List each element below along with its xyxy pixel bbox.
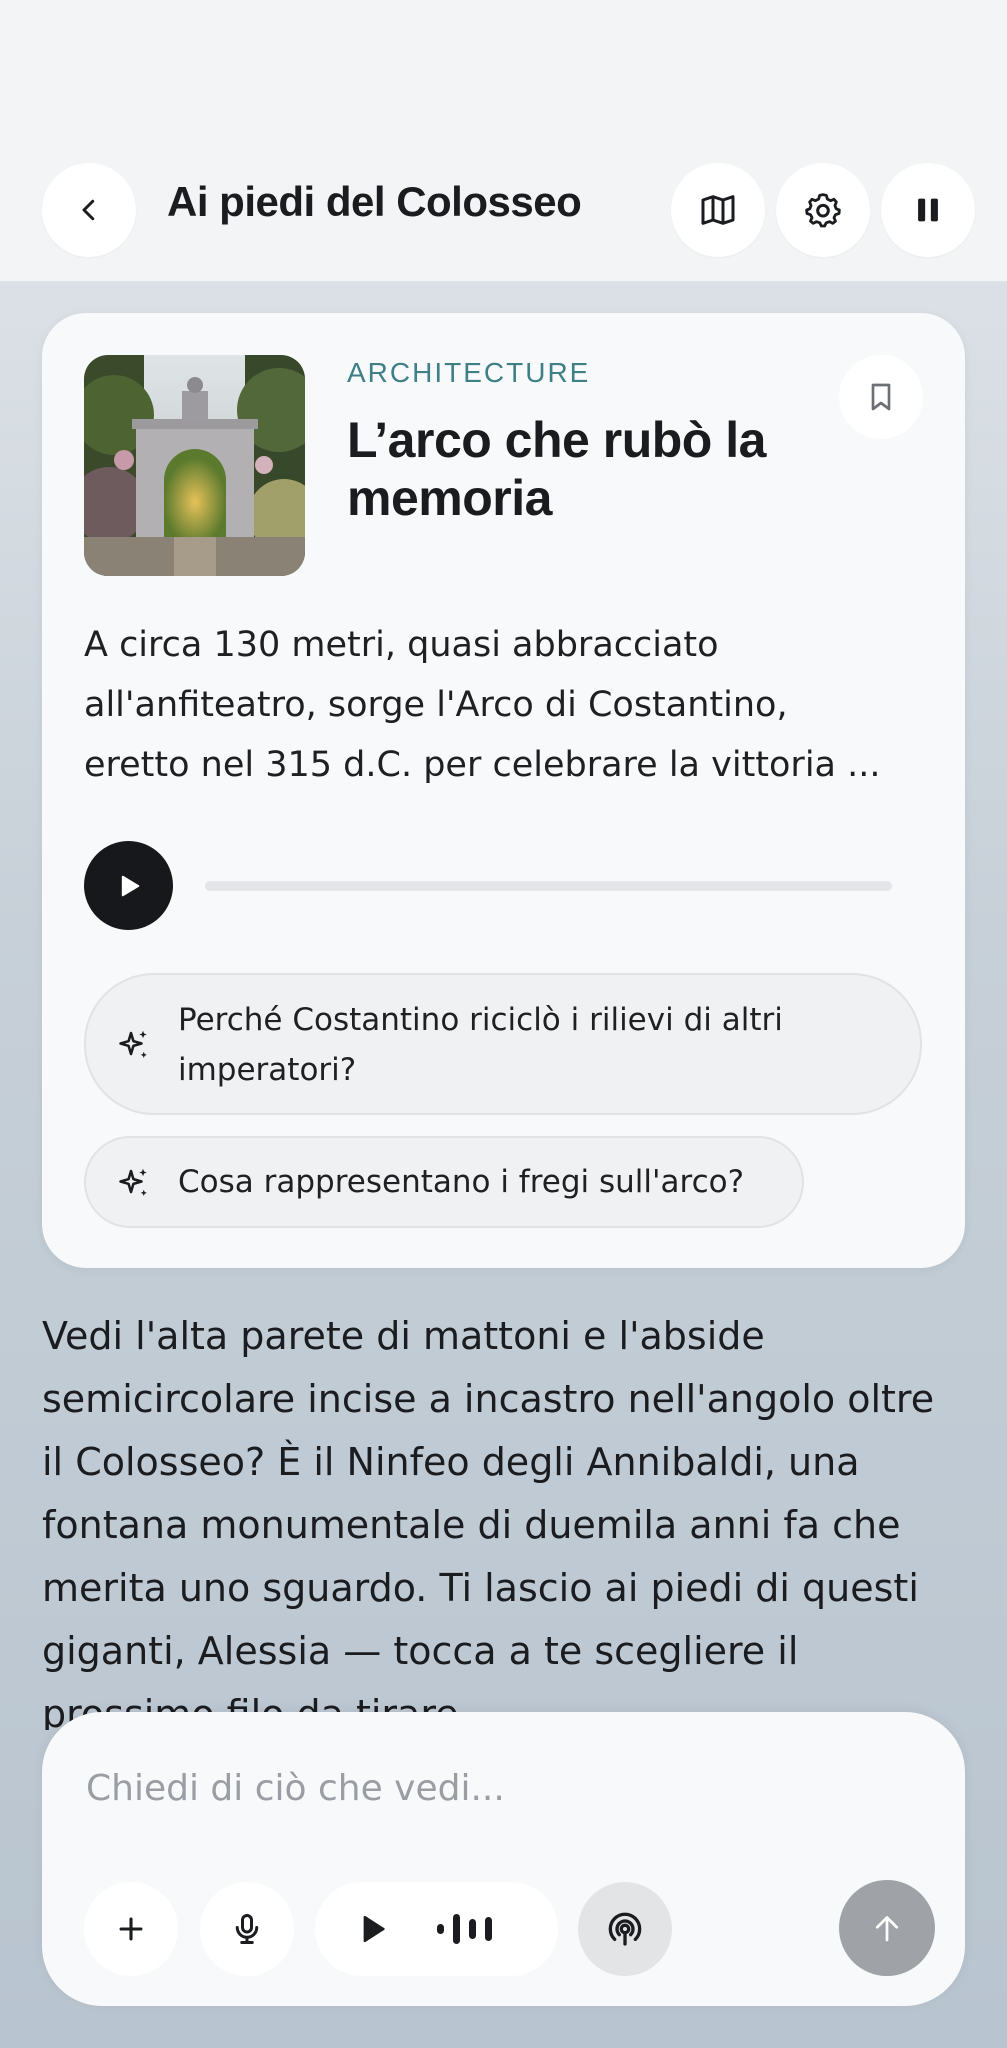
bookmark-button[interactable] (839, 355, 923, 439)
story-thumbnail (84, 355, 305, 576)
sparkles-icon (119, 1030, 147, 1059)
audio-progress-bar[interactable] (205, 881, 892, 891)
settings-button[interactable] (776, 163, 870, 257)
broadcast-icon (608, 1912, 642, 1946)
suggestion-chip[interactable]: Cosa rappresentano i fregi sull'arco? (84, 1136, 804, 1228)
chat-input[interactable] (84, 1752, 908, 1824)
transcript-line: Vedi l'alta parete di mattoni e l'abside (42, 1314, 765, 1358)
suggestion-text: Perché Costantino riciclò i rilievi di a… (178, 1002, 783, 1088)
story-excerpt-line: A circa 130 metri, quasi abbracciato (84, 625, 719, 665)
story-title: L’arco che rubò la memoria (347, 412, 766, 526)
suggestion-text: Cosa rappresentano i fregi sull'arco? (178, 1164, 745, 1200)
transcript-line: merita uno sguardo. Ti lascio ai piedi d… (42, 1566, 919, 1610)
chevron-left-icon (82, 199, 95, 221)
microphone-icon (235, 1914, 259, 1944)
map-icon (701, 195, 735, 225)
story-excerpt: A circa 130 metri, quasi abbracciato all… (84, 615, 934, 795)
plus-icon (119, 1917, 143, 1941)
gear-icon (805, 193, 841, 228)
transcript-line: fontana monumentale di duemila anni fa c… (42, 1503, 901, 1547)
story-excerpt-line: all'anfiteatro, sorge l'Arco di Costanti… (84, 685, 788, 725)
microphone-button[interactable] (200, 1882, 294, 1976)
audio-controls[interactable] (315, 1882, 558, 1976)
waveform-icon (437, 1914, 492, 1944)
add-button[interactable] (84, 1882, 178, 1976)
transcript-line: il Colosseo? È il Ninfeo degli Annibaldi… (42, 1440, 860, 1484)
play-icon[interactable] (355, 1911, 391, 1947)
sparkles-icon (119, 1168, 147, 1197)
guide-transcript: Vedi l'alta parete di mattoni e l'abside… (42, 1305, 972, 1730)
page-title: Ai piedi del Colosseo (167, 178, 582, 225)
story-excerpt-line: eretto nel 315 d.C. per celebrare la vit… (84, 745, 881, 785)
transcript-line: semicircolare incise a incastro nell'ang… (42, 1377, 935, 1421)
send-button[interactable] (839, 1880, 935, 1976)
play-icon (121, 875, 139, 896)
transcript-line: giganti, Alessia — tocca a te scegliere … (42, 1629, 799, 1673)
pause-button[interactable] (881, 163, 975, 257)
arrow-up-icon (875, 1916, 899, 1942)
pause-icon (918, 198, 938, 222)
live-button[interactable] (578, 1882, 672, 1976)
back-button[interactable] (42, 163, 136, 257)
story-category: ARCHITECTURE (347, 357, 591, 388)
suggestion-chip[interactable]: Perché Costantino riciclò i rilievi di a… (84, 973, 922, 1115)
bookmark-icon (871, 383, 891, 411)
composer (42, 1712, 965, 2006)
map-button[interactable] (671, 163, 765, 257)
story-card: ARCHITECTURE L’arco che rubò la memoria … (42, 313, 965, 1268)
top-bar: Ai piedi del Colosseo (0, 0, 1007, 282)
story-play-button[interactable] (84, 841, 173, 930)
